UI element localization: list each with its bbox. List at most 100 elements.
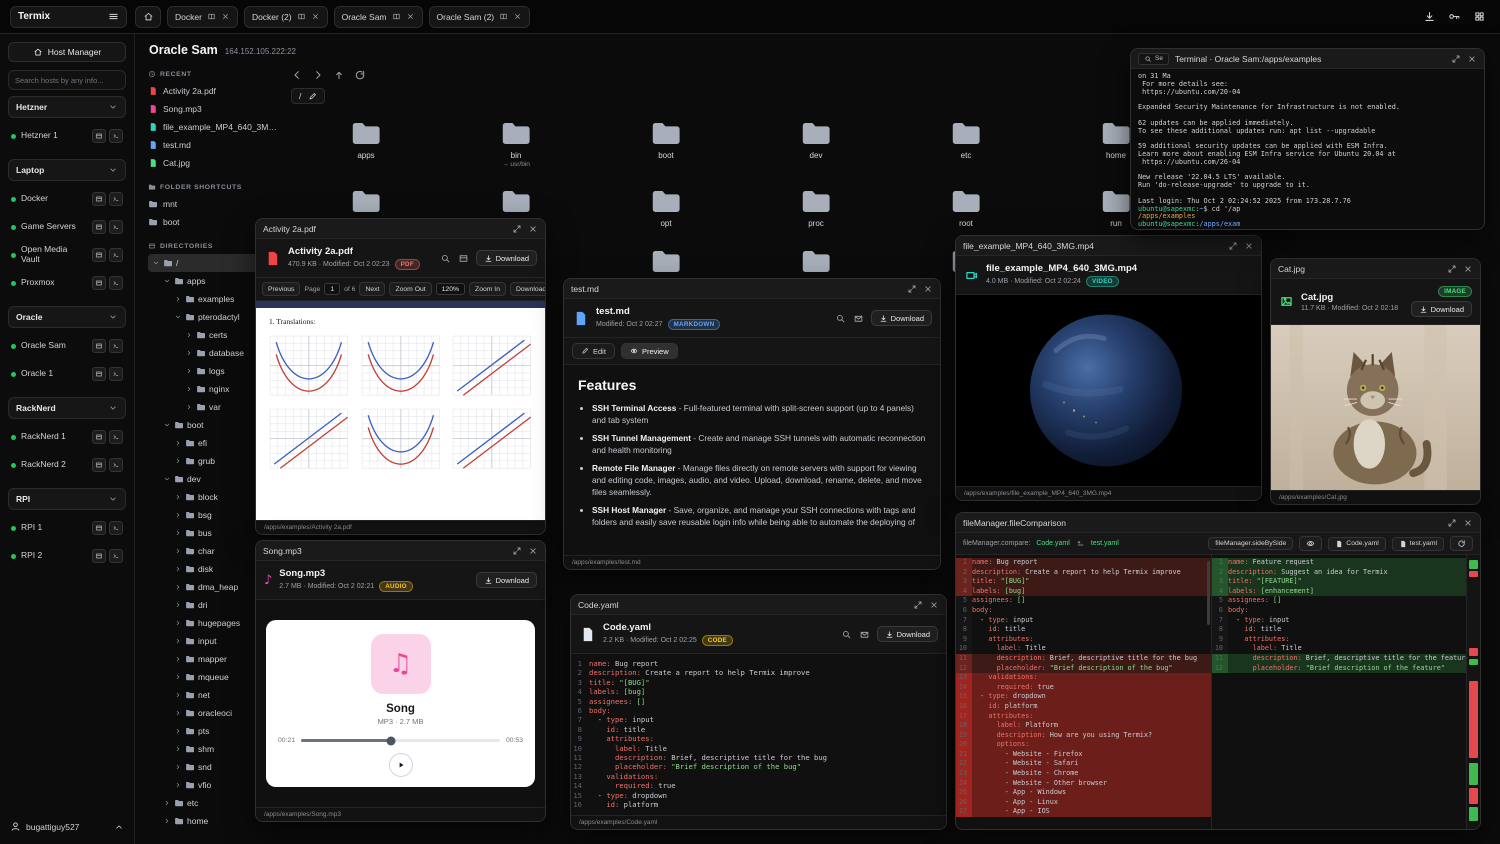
- host-group-header[interactable]: RackNerd: [8, 397, 126, 419]
- sidebar-host-game-servers[interactable]: Game Servers: [8, 214, 126, 240]
- expand-icon[interactable]: [1228, 241, 1238, 251]
- search-icon[interactable]: [841, 629, 852, 640]
- terminal-button[interactable]: [109, 339, 123, 353]
- tab-docker-2[interactable]: Docker (2): [244, 6, 328, 28]
- sidebar-host-hetzner-1[interactable]: Hetzner 1: [8, 123, 126, 149]
- seek-thumb[interactable]: [386, 736, 395, 745]
- terminal-button[interactable]: [109, 129, 123, 143]
- file-manager-button[interactable]: [92, 248, 106, 262]
- host-group-header[interactable]: RPI: [8, 488, 126, 510]
- sidebar-host-docker[interactable]: Docker: [8, 186, 126, 212]
- close-icon[interactable]: [1467, 54, 1477, 64]
- sidebar-host-rpi-2[interactable]: RPI 2: [8, 543, 126, 569]
- sidebar-host-proxmox[interactable]: Proxmox: [8, 270, 126, 296]
- sidebar-host-rpi-1[interactable]: RPI 1: [8, 515, 126, 541]
- download-button[interactable]: Download: [877, 626, 938, 642]
- next-page-button[interactable]: Next: [359, 282, 385, 296]
- file-manager-button[interactable]: [92, 220, 106, 234]
- expand-icon[interactable]: [1451, 54, 1461, 64]
- back-icon[interactable]: [291, 69, 303, 81]
- file-manager-button[interactable]: [92, 339, 106, 353]
- refresh-diff-button[interactable]: [1450, 536, 1473, 551]
- code-editor[interactable]: 1name: Bug report2description: Create a …: [571, 654, 946, 815]
- tab-close-icon[interactable]: [311, 12, 320, 21]
- recent-item-cat-jpg[interactable]: Cat.jpg: [148, 154, 279, 172]
- close-icon[interactable]: [528, 224, 538, 234]
- sidebar-user[interactable]: bugattiguy527: [8, 817, 126, 836]
- terminal-button[interactable]: [109, 521, 123, 535]
- file-manager-button[interactable]: [92, 458, 106, 472]
- file-manager-button[interactable]: [92, 192, 106, 206]
- page-number-input[interactable]: 1: [324, 283, 340, 295]
- terminal-button[interactable]: [109, 367, 123, 381]
- expand-icon[interactable]: [1447, 518, 1457, 528]
- recent-item-song-mp3[interactable]: Song.mp3: [148, 100, 279, 118]
- file-manager-button[interactable]: [92, 129, 106, 143]
- split-icon[interactable]: [499, 12, 508, 21]
- sidebar-toggle-icon[interactable]: [108, 11, 119, 22]
- refresh-icon[interactable]: [354, 69, 366, 81]
- zoom-in-button[interactable]: Zoom In: [469, 282, 506, 296]
- sidebar-host-open-media-vault[interactable]: Open Media Vault: [8, 242, 126, 268]
- seek-track[interactable]: [301, 739, 500, 742]
- open-file-b-button[interactable]: test.yaml: [1392, 537, 1444, 551]
- previous-page-button[interactable]: Previous: [262, 282, 300, 296]
- share-icon[interactable]: [859, 629, 870, 640]
- grid-folder-proc[interactable]: proc: [756, 184, 876, 228]
- expand-icon[interactable]: [512, 546, 522, 556]
- path-bar[interactable]: /: [291, 88, 325, 104]
- terminal-button[interactable]: [109, 430, 123, 444]
- grid-folder-root[interactable]: root: [906, 184, 1026, 228]
- edit-tab[interactable]: Edit: [572, 343, 615, 359]
- recent-item-activity-2a-pdf[interactable]: Activity 2a.pdf: [148, 82, 279, 100]
- pdf-download-button[interactable]: Download: [510, 282, 545, 296]
- zoom-out-button[interactable]: Zoom Out: [389, 282, 431, 296]
- terminal-button[interactable]: [109, 276, 123, 290]
- host-group-header[interactable]: Oracle: [8, 306, 126, 328]
- close-icon[interactable]: [1463, 264, 1473, 274]
- download-button[interactable]: Download: [1411, 301, 1472, 317]
- download-button[interactable]: Download: [476, 572, 537, 588]
- play-button[interactable]: [389, 753, 413, 777]
- recent-item-file-example-mp4-640-3mg-mp4[interactable]: file_example_MP4_640_3MG.mp4: [148, 118, 279, 136]
- host-group-header[interactable]: Hetzner: [8, 96, 126, 118]
- toggle-visibility-button[interactable]: [1299, 536, 1322, 551]
- close-icon[interactable]: [1244, 241, 1254, 251]
- expand-icon[interactable]: [913, 600, 923, 610]
- terminal-button[interactable]: [109, 248, 123, 262]
- grid-folder-dev[interactable]: dev: [756, 116, 876, 168]
- sidebar-host-racknerd-2[interactable]: RackNerd 2: [8, 452, 126, 478]
- diff-left-pane[interactable]: 1name: Bug report2description: Create a …: [956, 555, 1211, 829]
- sidebar-host-oracle-1[interactable]: Oracle 1: [8, 361, 126, 387]
- sidebar-host-racknerd-1[interactable]: RackNerd 1: [8, 424, 126, 450]
- credentials-icon[interactable]: [1448, 10, 1461, 23]
- tab-oracle-sam[interactable]: Oracle Sam: [334, 6, 423, 28]
- download-button[interactable]: Download: [871, 310, 932, 326]
- terminal-button[interactable]: [109, 549, 123, 563]
- grid-folder-opt[interactable]: opt: [606, 184, 726, 228]
- grid-folder-apps[interactable]: apps: [306, 116, 426, 168]
- file-manager-button[interactable]: [92, 276, 106, 290]
- grid-folder-boot[interactable]: boot: [606, 116, 726, 168]
- preview-tab[interactable]: Preview: [621, 343, 678, 359]
- diff-minimap[interactable]: [1466, 555, 1480, 829]
- search-icon[interactable]: [440, 253, 451, 264]
- close-icon[interactable]: [1463, 518, 1473, 528]
- search-icon[interactable]: [835, 313, 846, 324]
- recent-item-test-md[interactable]: test.md: [148, 136, 279, 154]
- file-manager-button[interactable]: [92, 367, 106, 381]
- close-icon[interactable]: [929, 600, 939, 610]
- terminal-button[interactable]: [109, 220, 123, 234]
- home-tab-button[interactable]: [135, 6, 161, 28]
- file-manager-button[interactable]: [92, 549, 106, 563]
- shortcut-mnt[interactable]: mnt: [148, 195, 279, 213]
- terminal-button[interactable]: [109, 458, 123, 472]
- apps-grid-icon[interactable]: [1473, 10, 1486, 23]
- close-icon[interactable]: [923, 284, 933, 294]
- video-frame[interactable]: [956, 295, 1261, 486]
- download-button[interactable]: Download: [476, 250, 537, 266]
- up-directory-icon[interactable]: [333, 69, 345, 81]
- tab-docker[interactable]: Docker: [167, 6, 238, 28]
- host-manager-button[interactable]: Host Manager: [8, 42, 126, 62]
- update-icon[interactable]: [1423, 10, 1436, 23]
